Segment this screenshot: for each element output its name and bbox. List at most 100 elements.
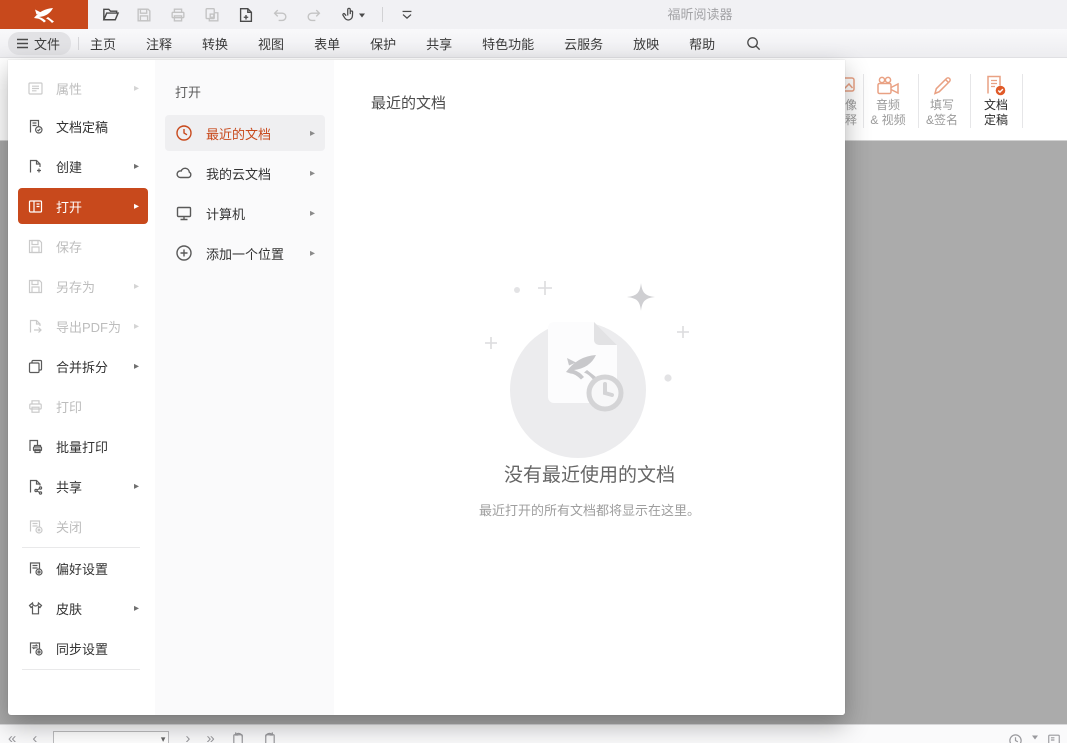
open-panel-title: 打开 — [175, 82, 201, 101]
empty-state-illustration — [470, 270, 710, 462]
open-item-add-place[interactable]: 添加一个位置 — [165, 235, 325, 271]
file-menu-overlay: 属性 文档定稿 创建 打开 保存 — [8, 60, 845, 715]
ribbon-button-label: 定稿 — [970, 113, 1022, 128]
hamburger-icon — [16, 38, 29, 49]
foxit-reader-window: 福昕阅读器 文件 主页 注释 转换 视图 表单 保护 共享 特色功能 云服务 放… — [0, 0, 1067, 743]
submenu-arrow-icon — [134, 281, 139, 292]
save-icon[interactable] — [134, 5, 154, 25]
recent-documents-panel: 最近的文档 — [334, 60, 845, 715]
new-document-icon[interactable] — [236, 5, 256, 25]
tab-comment[interactable]: 注释 — [146, 34, 172, 53]
file-menu-item-preferences[interactable]: 偏好设置 — [18, 550, 148, 586]
share-icon — [27, 478, 44, 495]
batch-print-icon — [27, 438, 44, 455]
file-menu-item-merge-split[interactable]: 合并拆分 — [18, 348, 148, 384]
export-icon — [27, 318, 44, 335]
ribbon-fill-sign-button[interactable]: 填写 &签名 — [916, 68, 968, 128]
open-item-recent-documents[interactable]: 最近的文档 — [165, 115, 325, 151]
tab-home[interactable]: 主页 — [90, 34, 116, 53]
file-menu-item-open[interactable]: 打开 — [18, 188, 148, 224]
ribbon-button-label: &签名 — [916, 113, 968, 128]
tab-convert[interactable]: 转换 — [202, 34, 228, 53]
open-item-cloud-documents[interactable]: 我的云文档 — [165, 155, 325, 191]
printer-icon — [27, 398, 44, 415]
customize-toolbar-icon[interactable] — [397, 5, 417, 25]
submenu-arrow-icon — [310, 168, 315, 179]
tab-help[interactable]: 帮助 — [689, 34, 715, 53]
file-menu-item-sync-settings[interactable]: 同步设置 — [18, 630, 148, 666]
tab-projection[interactable]: 放映 — [633, 34, 659, 53]
recent-documents-title: 最近的文档 — [371, 92, 446, 113]
foxit-logo[interactable] — [0, 0, 88, 29]
clock-icon — [175, 124, 193, 142]
properties-icon — [27, 80, 44, 97]
file-menu-item-skin[interactable]: 皮肤 — [18, 590, 148, 626]
create-document-icon — [27, 158, 44, 175]
preferences-icon — [27, 560, 44, 577]
open-locations-panel: 打开 最近的文档 我的云文档 计算机 添加一个位置 — [155, 60, 334, 715]
close-document-icon — [27, 518, 44, 535]
submenu-arrow-icon — [134, 161, 139, 172]
print-icon[interactable] — [168, 5, 188, 25]
ribbon-doc-finalize-button[interactable]: 文档 定稿 — [970, 68, 1022, 128]
save-icon — [27, 238, 44, 255]
tab-share[interactable]: 共享 — [426, 34, 452, 53]
page-navigation — [8, 731, 277, 743]
hand-tool-icon[interactable] — [338, 5, 368, 25]
open-file-icon[interactable] — [100, 5, 120, 25]
file-menu-item-close[interactable]: 关闭 — [18, 508, 148, 544]
reading-time-icon[interactable] — [1008, 733, 1023, 743]
menubar-separator — [78, 37, 79, 50]
tab-view[interactable]: 视图 — [258, 34, 284, 53]
file-menu-label: 文件 — [34, 34, 60, 53]
search-icon[interactable] — [745, 35, 762, 52]
submenu-arrow-icon — [310, 128, 315, 139]
rotate-right-icon[interactable] — [262, 731, 277, 743]
quick-access-toolbar — [100, 0, 417, 29]
last-page-icon[interactable] — [206, 731, 214, 743]
open-book-icon — [27, 198, 44, 215]
undo-icon[interactable] — [270, 5, 290, 25]
file-menu-sidebar: 属性 文档定稿 创建 打开 保存 — [8, 60, 155, 715]
file-menu-item-export-pdf[interactable]: 导出PDF为 — [18, 308, 148, 344]
open-item-computer[interactable]: 计算机 — [165, 195, 325, 231]
submenu-arrow-icon — [310, 248, 315, 259]
tab-features[interactable]: 特色功能 — [482, 34, 534, 53]
status-bar — [0, 724, 1067, 743]
merge-split-icon — [27, 358, 44, 375]
tab-form[interactable]: 表单 — [314, 34, 340, 53]
file-menu-item-properties[interactable]: 属性 — [18, 70, 148, 106]
tab-protect[interactable]: 保护 — [370, 34, 396, 53]
page-number-box[interactable] — [53, 731, 169, 743]
file-menu-button[interactable]: 文件 — [8, 32, 71, 55]
tab-cloud[interactable]: 云服务 — [564, 34, 603, 53]
file-menu-item-share[interactable]: 共享 — [18, 468, 148, 504]
file-menu-item-doc-finalize[interactable]: 文档定稿 — [18, 108, 148, 144]
file-menu-item-create[interactable]: 创建 — [18, 148, 148, 184]
file-menu-item-save-as[interactable]: 另存为 — [18, 268, 148, 304]
panel-toggle-icon[interactable] — [1047, 733, 1061, 743]
file-menu-item-save[interactable]: 保存 — [18, 228, 148, 264]
redo-icon[interactable] — [304, 5, 324, 25]
menu-bar: 文件 主页 注释 转换 视图 表单 保护 共享 特色功能 云服务 放映 帮助 — [0, 29, 1067, 58]
submenu-arrow-icon — [134, 481, 139, 492]
document-clock-illustration — [470, 270, 710, 462]
first-page-icon[interactable] — [8, 731, 16, 743]
copy-icon[interactable] — [202, 5, 222, 25]
file-menu-item-print[interactable]: 打印 — [18, 388, 148, 424]
next-page-icon[interactable] — [185, 731, 190, 743]
submenu-arrow-icon — [134, 603, 139, 614]
ribbon-audio-video-button[interactable]: 音频 & 视频 — [862, 68, 914, 128]
submenu-arrow-icon — [134, 83, 139, 94]
previous-page-icon[interactable] — [32, 731, 37, 743]
ribbon-button-label: 音频 — [862, 98, 914, 113]
rotate-left-icon[interactable] — [231, 731, 246, 743]
submenu-arrow-icon — [134, 201, 139, 212]
submenu-arrow-icon — [134, 361, 139, 372]
cloud-icon — [175, 164, 193, 182]
caret-down-icon[interactable] — [1031, 733, 1039, 741]
computer-icon — [175, 204, 193, 222]
pencil-icon — [916, 68, 968, 98]
file-menu-item-batch-print[interactable]: 批量打印 — [18, 428, 148, 464]
empty-state-title: 没有最近使用的文档 — [334, 460, 845, 487]
